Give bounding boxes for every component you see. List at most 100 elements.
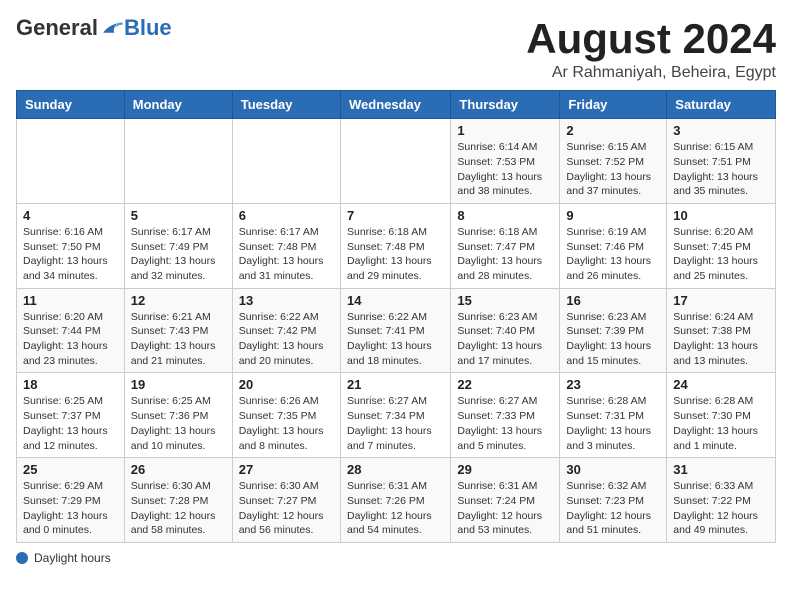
day-number: 27 <box>239 462 334 477</box>
day-number: 26 <box>131 462 226 477</box>
day-info: Sunrise: 6:31 AMSunset: 7:26 PMDaylight:… <box>347 479 444 538</box>
calendar-cell: 15 Sunrise: 6:23 AMSunset: 7:40 PMDayligh… <box>451 288 560 373</box>
calendar-cell: 5 Sunrise: 6:17 AMSunset: 7:49 PMDaylight… <box>124 203 232 288</box>
day-info: Sunrise: 6:16 AMSunset: 7:50 PMDaylight:… <box>23 225 118 284</box>
header-monday: Monday <box>124 91 232 119</box>
day-number: 8 <box>457 208 553 223</box>
week-row-1: 1Sunrise: 6:14 AMSunset: 7:53 PMDaylight… <box>17 119 776 204</box>
calendar-cell <box>17 119 125 204</box>
calendar-cell: 3 Sunrise: 6:15 AMSunset: 7:51 PMDaylight… <box>667 119 776 204</box>
calendar-cell: 28 Sunrise: 6:31 AMSunset: 7:26 PMDayligh… <box>340 458 450 543</box>
day-number: 30 <box>566 462 660 477</box>
day-info: Sunrise: 6:20 AMSunset: 7:44 PMDaylight:… <box>23 310 118 369</box>
day-info: Sunrise: 6:17 AMSunset: 7:49 PMDaylight:… <box>131 225 226 284</box>
calendar-cell: 31 Sunrise: 6:33 AMSunset: 7:22 PMDayligh… <box>667 458 776 543</box>
day-number: 1 <box>457 123 553 138</box>
day-number: 2 <box>566 123 660 138</box>
day-number: 14 <box>347 293 444 308</box>
day-number: 5 <box>131 208 226 223</box>
calendar-cell: 2 Sunrise: 6:15 AMSunset: 7:52 PMDaylight… <box>560 119 667 204</box>
calendar-cell: 25 Sunrise: 6:29 AMSunset: 7:29 PMDayligh… <box>17 458 125 543</box>
logo-blue-text: Blue <box>124 16 172 40</box>
day-info: Sunrise: 6:31 AMSunset: 7:24 PMDaylight:… <box>457 479 553 538</box>
day-info: Sunrise: 6:27 AMSunset: 7:33 PMDaylight:… <box>457 394 553 453</box>
calendar-cell: 4 Sunrise: 6:16 AMSunset: 7:50 PMDaylight… <box>17 203 125 288</box>
calendar-cell: 9 Sunrise: 6:19 AMSunset: 7:46 PMDaylight… <box>560 203 667 288</box>
day-number: 12 <box>131 293 226 308</box>
page-subtitle: Ar Rahmaniyah, Beheira, Egypt <box>526 64 776 82</box>
calendar-cell: 13Sunrise: 6:22 AMSunset: 7:42 PMDayligh… <box>232 288 340 373</box>
day-info: Sunrise: 6:15 AMSunset: 7:52 PMDaylight:… <box>566 140 660 199</box>
footer-label: Daylight hours <box>34 551 111 565</box>
calendar-cell: 22 Sunrise: 6:27 AMSunset: 7:33 PMDayligh… <box>451 373 560 458</box>
calendar-cell: 20 Sunrise: 6:26 AMSunset: 7:35 PMDayligh… <box>232 373 340 458</box>
day-info: Sunrise: 6:23 AMSunset: 7:39 PMDaylight:… <box>566 310 660 369</box>
page-header: General Blue August 2024 Ar Rahmaniyah, … <box>16 16 776 82</box>
calendar-cell: 27Sunrise: 6:30 AMSunset: 7:27 PMDayligh… <box>232 458 340 543</box>
header-friday: Friday <box>560 91 667 119</box>
day-number: 15 <box>457 293 553 308</box>
calendar-cell: 14 Sunrise: 6:22 AMSunset: 7:41 PMDayligh… <box>340 288 450 373</box>
day-number: 11 <box>23 293 118 308</box>
day-number: 31 <box>673 462 769 477</box>
week-row-5: 25 Sunrise: 6:29 AMSunset: 7:29 PMDayligh… <box>17 458 776 543</box>
calendar-cell: 7Sunrise: 6:18 AMSunset: 7:48 PMDaylight… <box>340 203 450 288</box>
header-sunday: Sunday <box>17 91 125 119</box>
header-saturday: Saturday <box>667 91 776 119</box>
calendar-cell: 8 Sunrise: 6:18 AMSunset: 7:47 PMDaylight… <box>451 203 560 288</box>
day-info: Sunrise: 6:15 AMSunset: 7:51 PMDaylight:… <box>673 140 769 199</box>
calendar-cell: 21Sunrise: 6:27 AMSunset: 7:34 PMDayligh… <box>340 373 450 458</box>
calendar-cell: 12 Sunrise: 6:21 AMSunset: 7:43 PMDayligh… <box>124 288 232 373</box>
calendar-table: SundayMondayTuesdayWednesdayThursdayFrid… <box>16 90 776 543</box>
day-info: Sunrise: 6:33 AMSunset: 7:22 PMDaylight:… <box>673 479 769 538</box>
day-info: Sunrise: 6:23 AMSunset: 7:40 PMDaylight:… <box>457 310 553 369</box>
calendar-cell: 11 Sunrise: 6:20 AMSunset: 7:44 PMDayligh… <box>17 288 125 373</box>
day-info: Sunrise: 6:28 AMSunset: 7:30 PMDaylight:… <box>673 394 769 453</box>
logo-general-text: General <box>16 16 98 40</box>
calendar-cell <box>124 119 232 204</box>
day-info: Sunrise: 6:26 AMSunset: 7:35 PMDaylight:… <box>239 394 334 453</box>
week-row-4: 18Sunrise: 6:25 AMSunset: 7:37 PMDayligh… <box>17 373 776 458</box>
day-number: 9 <box>566 208 660 223</box>
calendar-cell: 18Sunrise: 6:25 AMSunset: 7:37 PMDayligh… <box>17 373 125 458</box>
logo: General Blue <box>16 16 172 40</box>
title-block: August 2024 Ar Rahmaniyah, Beheira, Egyp… <box>526 16 776 82</box>
day-info: Sunrise: 6:29 AMSunset: 7:29 PMDaylight:… <box>23 479 118 538</box>
header-wednesday: Wednesday <box>340 91 450 119</box>
day-info: Sunrise: 6:18 AMSunset: 7:48 PMDaylight:… <box>347 225 444 284</box>
calendar-cell: 16 Sunrise: 6:23 AMSunset: 7:39 PMDayligh… <box>560 288 667 373</box>
day-info: Sunrise: 6:22 AMSunset: 7:41 PMDaylight:… <box>347 310 444 369</box>
day-number: 23 <box>566 377 660 392</box>
calendar-cell <box>340 119 450 204</box>
calendar-cell: 26 Sunrise: 6:30 AMSunset: 7:28 PMDayligh… <box>124 458 232 543</box>
day-info: Sunrise: 6:18 AMSunset: 7:47 PMDaylight:… <box>457 225 553 284</box>
day-number: 25 <box>23 462 118 477</box>
footer-dot-icon <box>16 552 28 564</box>
calendar-cell: 29Sunrise: 6:31 AMSunset: 7:24 PMDayligh… <box>451 458 560 543</box>
day-number: 4 <box>23 208 118 223</box>
day-number: 28 <box>347 462 444 477</box>
logo-bird-icon <box>100 18 124 38</box>
day-number: 22 <box>457 377 553 392</box>
day-info: Sunrise: 6:22 AMSunset: 7:42 PMDaylight:… <box>239 310 334 369</box>
calendar-header-row: SundayMondayTuesdayWednesdayThursdayFrid… <box>17 91 776 119</box>
day-info: Sunrise: 6:30 AMSunset: 7:28 PMDaylight:… <box>131 479 226 538</box>
week-row-2: 4 Sunrise: 6:16 AMSunset: 7:50 PMDaylight… <box>17 203 776 288</box>
calendar-cell: 17Sunrise: 6:24 AMSunset: 7:38 PMDayligh… <box>667 288 776 373</box>
footer-note: Daylight hours <box>16 551 776 565</box>
day-number: 16 <box>566 293 660 308</box>
day-info: Sunrise: 6:20 AMSunset: 7:45 PMDaylight:… <box>673 225 769 284</box>
day-number: 20 <box>239 377 334 392</box>
day-info: Sunrise: 6:19 AMSunset: 7:46 PMDaylight:… <box>566 225 660 284</box>
day-number: 24 <box>673 377 769 392</box>
day-number: 19 <box>131 377 226 392</box>
day-info: Sunrise: 6:17 AMSunset: 7:48 PMDaylight:… <box>239 225 334 284</box>
day-info: Sunrise: 6:32 AMSunset: 7:23 PMDaylight:… <box>566 479 660 538</box>
day-info: Sunrise: 6:21 AMSunset: 7:43 PMDaylight:… <box>131 310 226 369</box>
day-number: 3 <box>673 123 769 138</box>
calendar-cell: 30 Sunrise: 6:32 AMSunset: 7:23 PMDayligh… <box>560 458 667 543</box>
calendar-cell: 6Sunrise: 6:17 AMSunset: 7:48 PMDaylight… <box>232 203 340 288</box>
week-row-3: 11 Sunrise: 6:20 AMSunset: 7:44 PMDayligh… <box>17 288 776 373</box>
day-info: Sunrise: 6:25 AMSunset: 7:37 PMDaylight:… <box>23 394 118 453</box>
calendar-cell: 19Sunrise: 6:25 AMSunset: 7:36 PMDayligh… <box>124 373 232 458</box>
